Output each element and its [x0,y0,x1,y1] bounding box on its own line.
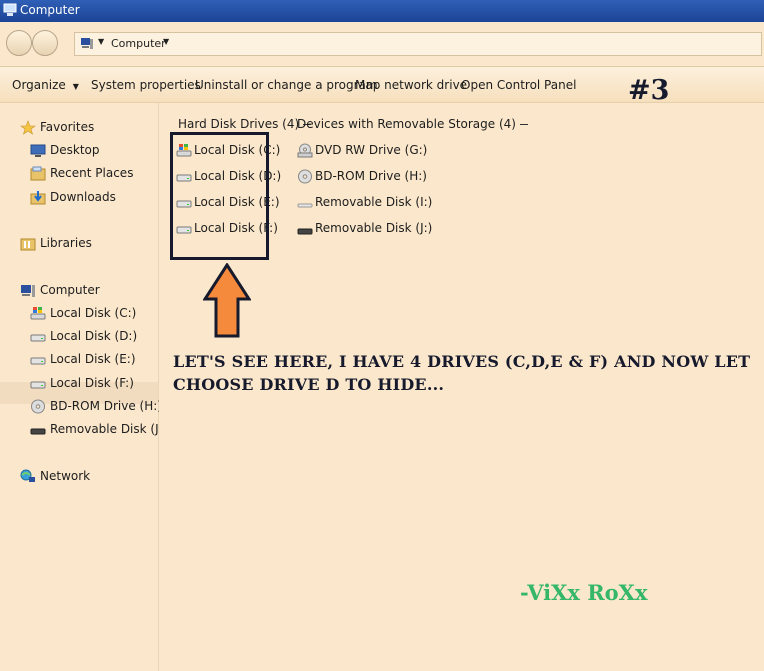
uninstall-program-button[interactable]: Uninstall or change a program [195,78,378,92]
removable-disk-icon [297,203,313,208]
hard-drive-icon [30,357,46,365]
removable-disk-icon [30,428,46,435]
address-bar[interactable]: ▼ Computer ▼ [74,32,762,56]
step-badge: #3 [628,75,670,106]
disc-drive-icon [298,169,312,184]
annotation-line-1: LET'S SEE HERE, I HAVE 4 DRIVES (C,D,E &… [173,352,751,371]
downloads-icon [30,191,46,205]
computer-icon [81,38,93,49]
breadcrumb-dropdown-icon[interactable]: ▼ [163,37,169,46]
address-bar-area: ▼ Computer ▼ [0,22,764,67]
computer-icon [3,3,17,16]
dvd-drive-icon [297,143,313,158]
group-header-hard-disks[interactable]: Hard Disk Drives (4) [178,117,312,131]
navigation-pane: Favorites Desktop Recent Places Download… [0,103,167,671]
libraries-icon [20,238,36,251]
desktop-icon [30,144,46,157]
hard-drive-icon [30,334,46,342]
open-control-panel-button[interactable]: Open Control Panel [461,78,576,92]
map-network-drive-button[interactable]: Map network drive [355,78,467,92]
windows-drive-icon [30,307,46,320]
computer-icon [21,285,35,297]
window-title: Computer [20,3,80,17]
network-icon [20,469,35,482]
organize-button[interactable]: Organize ▼ [12,78,79,92]
breadcrumb-arrow-icon[interactable]: ▼ [98,37,104,46]
annotation-highlight-box [170,132,269,260]
annotation-line-2: CHOOSE DRIVE D TO HIDE... [173,375,445,394]
hard-drive-icon [30,381,46,389]
annotation-arrow-up-icon [203,263,251,338]
system-properties-button[interactable]: System properties [91,78,201,92]
title-bar: Computer [0,0,764,22]
disc-drive-icon [31,399,45,414]
group-separator [519,124,528,125]
group-header-removable[interactable]: Devices with Removable Storage (4) [297,117,528,131]
star-icon [20,120,36,135]
forward-button[interactable] [32,30,58,56]
chevron-down-icon: ▼ [72,82,79,91]
author-signature: -ViXx RoXx [520,580,648,605]
annotation-text: LET'S SEE HERE, I HAVE 4 DRIVES (C,D,E &… [173,350,758,396]
recent-places-icon [30,166,46,181]
breadcrumb-computer[interactable]: Computer [111,37,166,50]
removable-disk-icon [297,228,313,235]
back-button[interactable] [6,30,32,56]
